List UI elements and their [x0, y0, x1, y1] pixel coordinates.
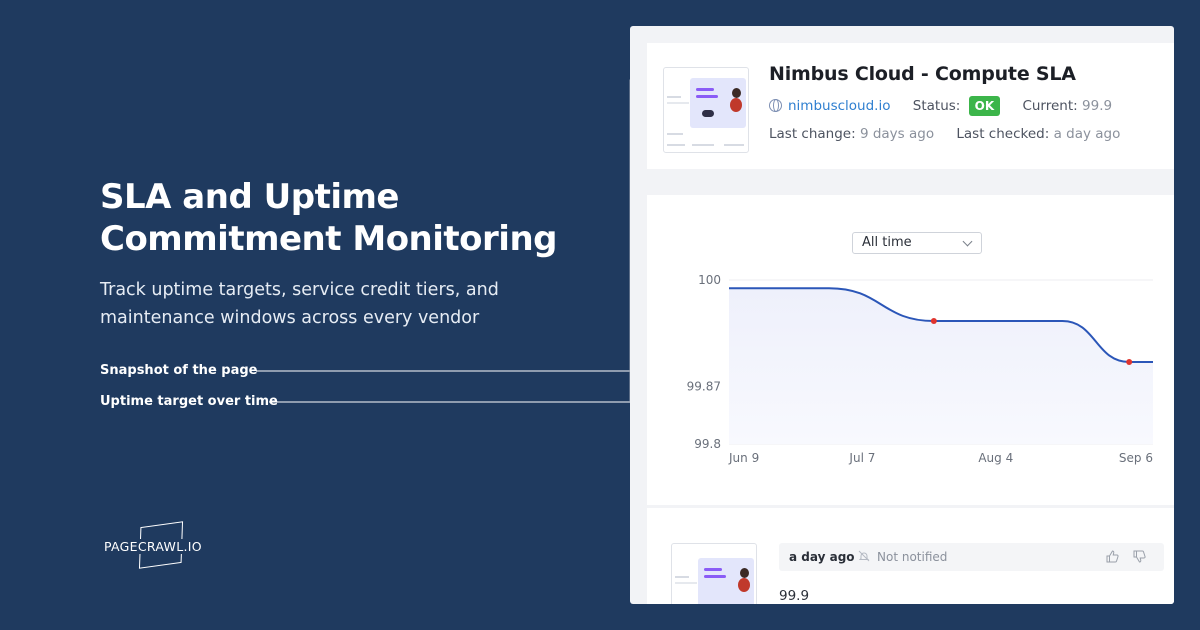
last-change-label: Last change:: [769, 126, 856, 142]
app-panel: Nimbus Cloud - Compute SLA nimbuscloud.i…: [630, 26, 1174, 604]
status-label: Status:: [912, 98, 961, 114]
callout-chart-label: Uptime target over time: [100, 394, 278, 409]
chevron-down-icon: [962, 236, 973, 247]
page-snapshot-thumbnail[interactable]: [663, 67, 749, 153]
history-notification-status: Not notified: [877, 550, 948, 564]
time-range-dropdown[interactable]: All time: [852, 232, 982, 254]
history-entry-header: a day ago Not notified: [779, 543, 1164, 571]
chart-x-tick-label: Jun 9: [728, 451, 759, 465]
last-checked-value: a day ago: [1053, 126, 1121, 142]
time-range-value: All time: [862, 235, 912, 250]
last-checked-label: Last checked:: [956, 126, 1050, 142]
chart-x-tick-label: Aug 4: [978, 451, 1013, 465]
history-entry-time: a day ago: [789, 550, 855, 564]
brand-name: PAGECRAWL.IO: [102, 539, 204, 554]
monitor-url-link[interactable]: nimbuscloud.io: [788, 98, 890, 114]
callout-snapshot-label: Snapshot of the page: [100, 363, 258, 378]
chart-change-point: [930, 318, 937, 324]
check-history-card: a day ago Not notified 99.9: [647, 508, 1174, 604]
uptime-chart-card: 100 99.87 99.8 Jun 9 Jul 7 Aug 4 Sep 6 All tim…: [647, 195, 1174, 505]
chart-y-tick-label: 100: [698, 273, 721, 287]
monitor-summary-card: Nimbus Cloud - Compute SLA nimbuscloud.i…: [647, 43, 1174, 169]
thumbs-down-icon[interactable]: [1132, 549, 1147, 564]
chart-y-tick-label: 99.87: [687, 380, 721, 394]
current-value: 99.9: [1082, 98, 1113, 114]
globe-icon: [769, 99, 782, 112]
current-label: Current:: [1022, 98, 1078, 114]
chart-x-tick-label: Sep 6: [1119, 451, 1153, 465]
chart-change-point: [1126, 359, 1133, 365]
thumbs-up-icon[interactable]: [1105, 549, 1120, 564]
monitor-title: Nimbus Cloud - Compute SLA: [769, 63, 1076, 85]
chart-y-tick-label: 99.8: [694, 437, 721, 451]
last-change-value: 9 days ago: [859, 126, 935, 142]
history-entry-value: 99.9: [779, 588, 810, 604]
history-snapshot-thumbnail[interactable]: [671, 543, 757, 604]
bell-off-icon: [858, 550, 870, 562]
chart-area-fill: [729, 288, 1153, 444]
hero-title: SLA and Uptime Commitment Monitoring: [100, 177, 557, 259]
monitor-timing-row: Last change: 9 days ago Last checked: a …: [769, 126, 1120, 142]
hero-subtitle: Track uptime targets, service credit tie…: [100, 280, 499, 328]
chart-x-tick-label: Jul 7: [848, 451, 875, 465]
status-badge: OK: [968, 96, 1001, 116]
monitor-meta-row: nimbuscloud.io Status: OK Current: 99.9: [769, 96, 1112, 116]
brand-logo: PAGECRAWL.IO: [102, 521, 222, 569]
